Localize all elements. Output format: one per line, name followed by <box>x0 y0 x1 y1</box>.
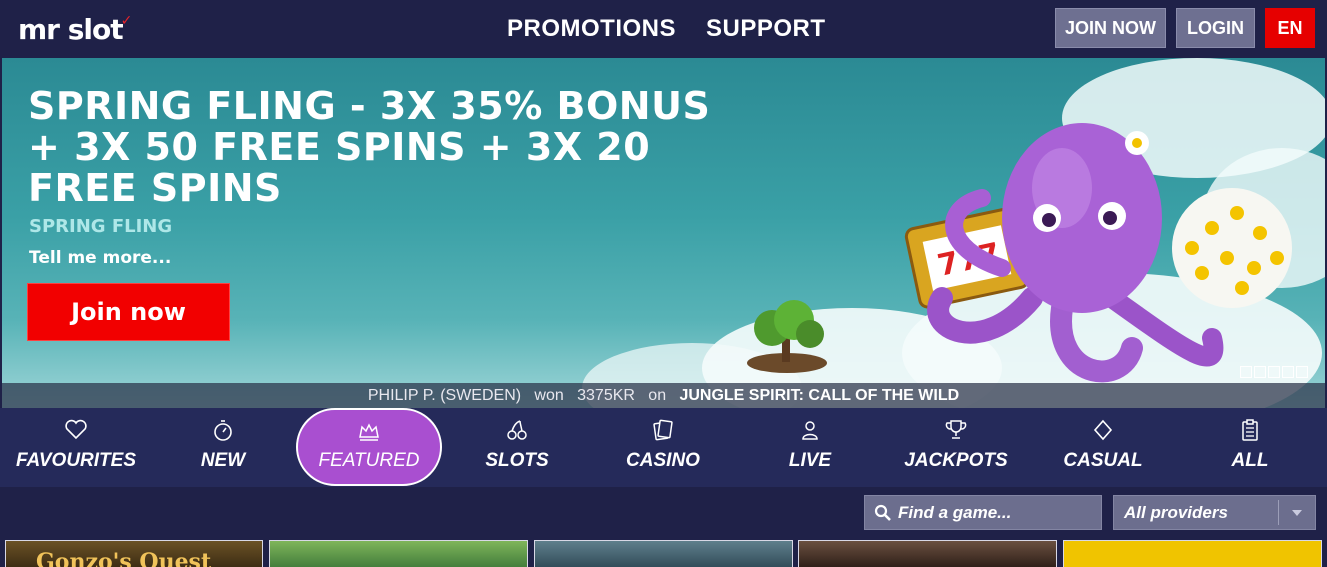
clipboard-icon <box>1242 419 1258 441</box>
trophy-icon <box>945 420 967 439</box>
game-tile[interactable] <box>269 540 528 567</box>
octopus-mascot-illustration: 777 <box>904 123 1292 383</box>
category-label: ALL <box>1231 450 1269 471</box>
category-bar: FAVOURITES NEW FEATURED SLOTS CASINO LIV… <box>0 408 1327 487</box>
providers-dropdown[interactable]: All providers <box>1113 495 1316 530</box>
winner-ticker: PHILIP P. (SWEDEN) won 3375KR on JUNGLE … <box>2 383 1325 408</box>
hero-banner[interactable]: 777 SPRING FLING - 3X 35% BONUS + 3X 50 … <box>2 58 1325 408</box>
category-new[interactable]: NEW <box>158 408 288 487</box>
category-slots[interactable]: SLOTS <box>452 408 582 487</box>
category-label: LIVE <box>788 450 832 471</box>
promo-title: SPRING FLING - 3X 35% BONUS + 3X 50 FREE… <box>28 84 711 210</box>
filter-row: All providers <box>0 487 1327 540</box>
slide-dot[interactable] <box>1240 366 1252 378</box>
logo-text: mr slot <box>18 13 124 46</box>
winner-on-word: on <box>648 387 667 404</box>
top-header: mr slot✓ PROMOTIONS SUPPORT JOIN NOW LOG… <box>0 0 1327 58</box>
category-all[interactable]: ALL <box>1185 408 1315 487</box>
search-icon <box>874 504 891 521</box>
slide-indicators <box>1240 366 1308 378</box>
category-jackpots[interactable]: JACKPOTS <box>891 408 1021 487</box>
stopwatch-icon <box>214 420 232 441</box>
game-tile-title: Gonzo's Quest <box>36 549 212 567</box>
category-label: FEATURED <box>318 450 420 471</box>
promo-subtitle: SPRING FLING <box>29 216 173 237</box>
hero-join-now-button[interactable]: Join now <box>27 283 230 341</box>
chevron-down-icon[interactable] <box>1279 509 1315 516</box>
heart-icon <box>65 419 87 440</box>
game-tile[interactable] <box>1063 540 1322 567</box>
category-label: JACKPOTS <box>904 450 1008 471</box>
category-label: CASINO <box>626 450 700 471</box>
dealer-icon <box>802 421 818 440</box>
game-tile[interactable]: Gonzo's Quest <box>5 540 263 567</box>
diamond-icon <box>1093 419 1113 441</box>
category-featured[interactable]: FEATURED <box>296 408 442 486</box>
island-tree-illustration <box>747 300 827 373</box>
category-label: FAVOURITES <box>16 450 136 471</box>
category-live[interactable]: LIVE <box>745 408 875 487</box>
game-tile[interactable] <box>798 540 1057 567</box>
language-selector[interactable]: EN <box>1265 8 1315 48</box>
slide-dot[interactable] <box>1296 366 1308 378</box>
slide-dot[interactable] <box>1254 366 1266 378</box>
playing-cards-icon <box>653 419 673 441</box>
winner-won-word: won <box>534 387 564 404</box>
game-tile[interactable] <box>534 540 793 567</box>
login-button[interactable]: LOGIN <box>1176 8 1255 48</box>
join-now-button[interactable]: JOIN NOW <box>1055 8 1166 48</box>
category-label: CASUAL <box>1063 450 1143 471</box>
category-label: SLOTS <box>485 450 549 471</box>
nav-promotions[interactable]: PROMOTIONS <box>507 15 676 43</box>
category-favourites[interactable]: FAVOURITES <box>11 408 141 487</box>
category-casino[interactable]: CASINO <box>598 408 728 487</box>
nav-support[interactable]: SUPPORT <box>706 15 826 43</box>
logo-tick-icon: ✓ <box>120 13 133 29</box>
search-input[interactable] <box>898 502 1098 523</box>
winner-game-link[interactable]: JUNGLE SPIRIT: CALL OF THE WILD <box>679 387 959 404</box>
winner-name: PHILIP P. (SWEDEN) <box>367 387 522 404</box>
providers-selected-value: All providers <box>1124 502 1228 522</box>
category-label: NEW <box>200 450 246 471</box>
tell-me-more-link[interactable]: Tell me more... <box>29 248 171 268</box>
slide-dot[interactable] <box>1268 366 1280 378</box>
mr-slot-logo[interactable]: mr slot✓ <box>18 13 133 46</box>
category-casual[interactable]: CASUAL <box>1038 408 1168 487</box>
crown-icon <box>359 423 379 441</box>
winner-amount: 3375KR <box>577 387 635 404</box>
game-search-box[interactable] <box>864 495 1102 530</box>
slide-dot[interactable] <box>1282 366 1294 378</box>
cherries-icon <box>507 420 527 440</box>
